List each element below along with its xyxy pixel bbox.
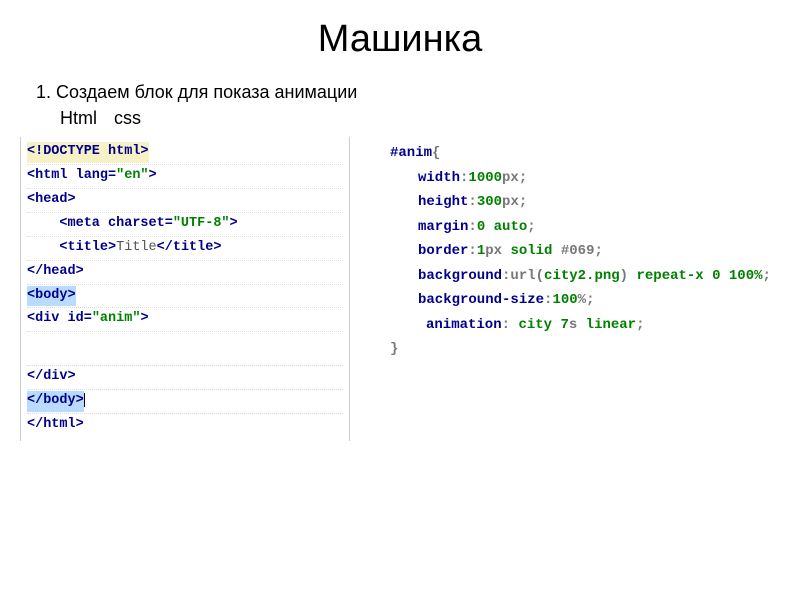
columns: <!DOCTYPE html> <html lang="en"> <head> … [20,137,780,441]
code-line: <title>Title</title> [27,237,343,261]
column-labels: Html css [60,108,780,129]
code-line: <meta charset="UTF-8"> [27,213,343,237]
slide: Машинка 1. Создаем блок для показа анима… [0,0,800,461]
code-line: height:300px; [390,190,780,215]
text-cursor [84,393,85,407]
code-line: width:1000px; [390,166,780,191]
code-line: <html lang="en"> [27,165,343,189]
code-line: background:url(city2.png) repeat-x 0 100… [390,264,780,289]
code-line: <head> [27,189,343,213]
code-gap [27,332,343,366]
code-line: </head> [27,261,343,285]
code-line: animation: city 7s linear; [390,313,780,338]
code-line: <!DOCTYPE html> [27,141,343,165]
code-line: </div> [27,366,343,390]
html-code-block: <!DOCTYPE html> <html lang="en"> <head> … [20,137,350,441]
code-line: margin:0 auto; [390,215,780,240]
css-column: #anim{ width:1000px; height:300px; margi… [350,137,780,441]
step-text: 1. Создаем блок для показа анимации [36,79,780,106]
code-line: border:1px solid #069; [390,239,780,264]
code-line: } [390,337,780,362]
label-html: Html [60,108,97,128]
page-title: Машинка [20,18,780,61]
code-line: background-size:100%; [390,288,780,313]
code-line: <div id="anim"> [27,308,343,332]
code-line: </body> [27,390,343,414]
code-line: #anim{ [390,141,780,166]
label-css: css [114,108,141,128]
css-code-block: #anim{ width:1000px; height:300px; margi… [390,141,780,362]
code-line: </html> [27,414,343,437]
html-column: <!DOCTYPE html> <html lang="en"> <head> … [20,137,350,441]
code-line: <body> [27,285,343,309]
